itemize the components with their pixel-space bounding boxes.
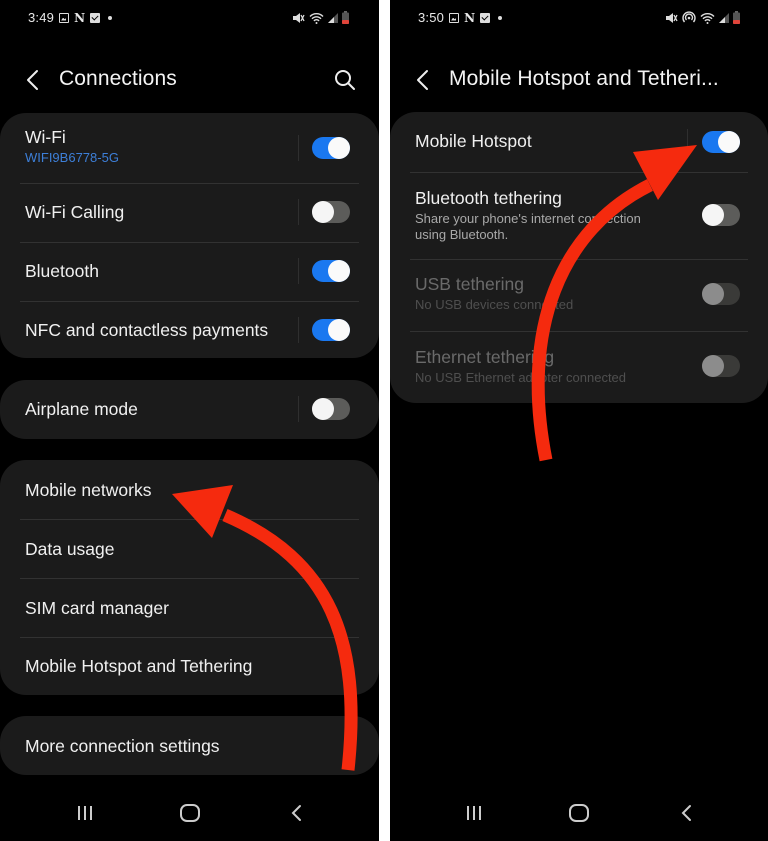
connections-screen: 3:49 N Connections Wi-Fi WIFI9B6778-5G W… [0, 0, 379, 841]
tethering-options-card: Mobile Hotspot Bluetooth tethering Share… [390, 112, 768, 403]
row-title: Data usage [25, 539, 115, 559]
back-icon [681, 805, 691, 821]
signal-icon [328, 13, 338, 23]
connections-group-1: Wi-Fi WIFI9B6778-5G Wi-Fi Calling Blueto… [0, 113, 379, 358]
netflix-n-icon: N [74, 10, 86, 25]
recent-apps-button[interactable] [460, 803, 488, 829]
back-button[interactable] [22, 68, 42, 92]
signal-icon [719, 13, 729, 23]
divider [298, 135, 299, 161]
row-title: Mobile Hotspot and Tethering [25, 656, 253, 676]
list-item-more-connection-settings[interactable]: More connection settings [0, 716, 379, 775]
wifi-icon [700, 12, 715, 24]
search-icon [335, 70, 355, 90]
status-bar: 3:50 N [390, 8, 768, 28]
checkbox-icon [480, 12, 491, 23]
connections-group-3: Mobile networks Data usage SIM card mana… [0, 460, 379, 695]
divider [298, 396, 299, 422]
chevron-left-icon [27, 70, 38, 90]
home-icon [180, 804, 200, 822]
nfc-toggle[interactable] [312, 319, 350, 341]
status-bar: 3:49 N [0, 8, 379, 28]
checkbox-icon [90, 12, 101, 23]
navigation-bar [0, 801, 379, 831]
row-description: Share your phone's internet connection u… [415, 211, 641, 242]
divider [298, 317, 299, 343]
list-item-wifi-calling[interactable]: Wi-Fi Calling [0, 183, 379, 242]
recent-apps-icon [78, 806, 92, 820]
list-item-mobile-hotspot-tethering[interactable]: Mobile Hotspot and Tethering [0, 637, 379, 695]
wifi-icon [309, 12, 324, 24]
bluetooth-toggle[interactable] [312, 260, 350, 282]
header: Mobile Hotspot and Tetheri... [390, 58, 768, 102]
mute-icon [293, 12, 305, 23]
back-button[interactable] [412, 68, 432, 92]
list-item-mobile-hotspot[interactable]: Mobile Hotspot [390, 112, 768, 172]
list-item-usb-tethering[interactable]: USB tethering No USB devices connected [390, 259, 768, 331]
wifi-calling-toggle[interactable] [312, 201, 350, 223]
status-time: 3:50 [418, 10, 445, 25]
list-item-wifi[interactable]: Wi-Fi WIFI9B6778-5G [0, 113, 379, 183]
divider [298, 258, 299, 284]
connections-group-2: Airplane mode [0, 380, 379, 439]
dot-icon [498, 15, 503, 20]
row-title: SIM card manager [25, 598, 169, 618]
list-item-bluetooth[interactable]: Bluetooth [0, 242, 379, 301]
gallery-icon [449, 12, 460, 23]
header: Connections [0, 58, 379, 102]
recent-apps-icon [467, 806, 481, 820]
dot-icon [108, 15, 113, 20]
connections-group-4: More connection settings [0, 716, 379, 775]
list-item-airplane-mode[interactable]: Airplane mode [0, 380, 379, 439]
hotspot-icon [682, 11, 696, 23]
chevron-left-icon [417, 70, 428, 90]
divider [687, 129, 688, 155]
usb-tethering-toggle[interactable] [702, 283, 740, 305]
row-title: More connection settings [25, 736, 220, 756]
row-title: Mobile networks [25, 480, 152, 500]
recent-apps-button[interactable] [71, 803, 99, 829]
divider [298, 199, 299, 225]
netflix-n-icon: N [464, 10, 476, 25]
home-icon [569, 804, 589, 822]
wifi-toggle[interactable] [312, 137, 350, 159]
page-title: Mobile Hotspot and Tetheri... [449, 67, 719, 90]
gallery-icon [59, 12, 70, 23]
battery-low-icon [342, 11, 349, 24]
mute-icon [666, 12, 678, 23]
list-item-bluetooth-tethering[interactable]: Bluetooth tethering Share your phone's i… [390, 172, 768, 259]
nav-back-button[interactable] [283, 803, 311, 829]
list-item-ethernet-tethering[interactable]: Ethernet tethering No USB Ethernet adapt… [390, 331, 768, 403]
page-title: Connections [59, 67, 177, 90]
back-icon [291, 805, 301, 821]
mobile-hotspot-toggle[interactable] [702, 131, 740, 153]
airplane-mode-toggle[interactable] [312, 398, 350, 420]
list-item-mobile-networks[interactable]: Mobile networks [0, 460, 379, 519]
search-button[interactable] [333, 68, 357, 92]
list-item-data-usage[interactable]: Data usage [0, 519, 379, 578]
home-button[interactable] [176, 803, 204, 829]
mobile-hotspot-tethering-screen: 3:50 N Mobile Hotspot and Tetheri... Mob… [390, 0, 768, 841]
bluetooth-tethering-toggle[interactable] [702, 204, 740, 226]
status-time: 3:49 [28, 10, 55, 25]
home-button[interactable] [565, 803, 593, 829]
battery-low-icon [733, 11, 740, 24]
nav-back-button[interactable] [673, 803, 701, 829]
list-item-nfc[interactable]: NFC and contactless payments [0, 301, 379, 358]
ethernet-tethering-toggle[interactable] [702, 355, 740, 377]
navigation-bar [390, 801, 768, 831]
list-item-sim-card-manager[interactable]: SIM card manager [0, 578, 379, 637]
